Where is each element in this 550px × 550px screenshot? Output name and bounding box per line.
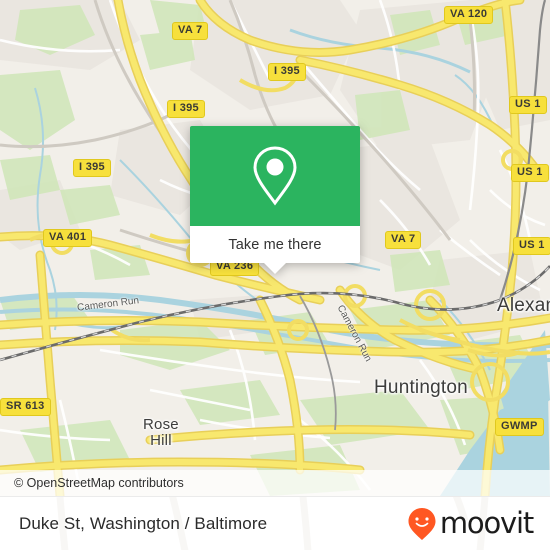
road-shield: I 395 [167, 100, 205, 118]
road-shield: VA 7 [172, 22, 209, 40]
road-shield: US 1 [511, 164, 549, 182]
road-shield: VA 7 [385, 231, 422, 249]
road-shield: VA 401 [43, 229, 93, 247]
popup-pointer-tail [264, 263, 286, 274]
road-shield: I 395 [73, 159, 111, 177]
take-me-there-button[interactable]: Take me there [190, 226, 360, 274]
page-title: Duke St, Washington / Baltimore [19, 513, 268, 533]
road-shield: GWMP [495, 418, 544, 436]
road-shield: VA 120 [444, 6, 494, 24]
destination-popup-card[interactable]: Take me there [190, 126, 360, 274]
road-shield: US 1 [513, 237, 550, 255]
road-shield: SR 613 [0, 398, 51, 416]
location-pin-icon [253, 146, 297, 206]
moovit-brand-logo[interactable]: moovit [407, 507, 550, 541]
moovit-pin-smile-icon [408, 507, 436, 540]
popup-header [190, 126, 360, 226]
road-shield: US 1 [509, 96, 547, 114]
road-shield: I 395 [268, 63, 306, 81]
map-attribution[interactable]: © OpenStreetMap contributors [0, 470, 550, 496]
map-canvas[interactable]: VA 7 I 395 VA 120 I 395 US 1 I 395 US 1 VA 401 V… [0, 0, 550, 496]
moovit-wordmark: moovit [439, 506, 534, 540]
take-me-there-label: Take me there [228, 236, 322, 253]
attribution-text: © OpenStreetMap contributors [14, 476, 184, 490]
footer-bar: Duke St, Washington / Baltimore moovit [0, 496, 550, 550]
moovit-map-screen: VA 7 I 395 VA 120 I 395 US 1 I 395 US 1 VA 401 V… [0, 0, 550, 550]
